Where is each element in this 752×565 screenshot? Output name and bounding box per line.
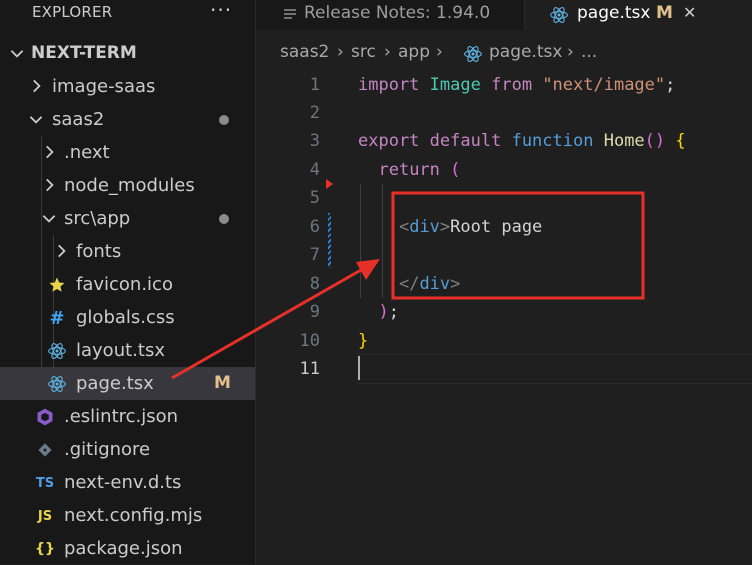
annotation-overlay: [171, 191, 645, 380]
annotation-highlight-box: [391, 191, 645, 300]
annotation-arrow-line: [171, 264, 369, 380]
